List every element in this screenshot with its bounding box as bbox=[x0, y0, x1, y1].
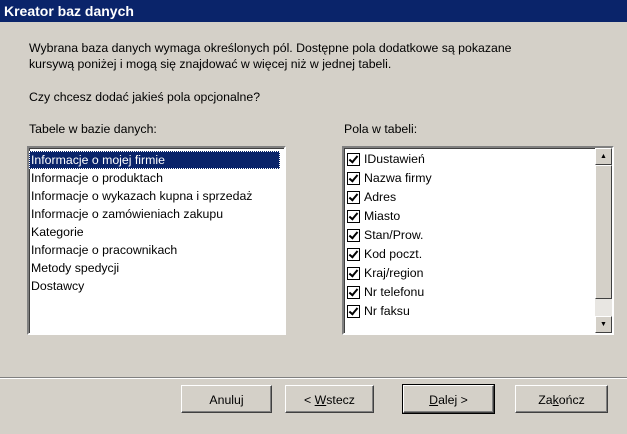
checkbox[interactable] bbox=[347, 191, 360, 204]
tables-listbox[interactable]: Informacje o mojej firmie Informacje o p… bbox=[27, 146, 286, 335]
field-item[interactable]: Miasto bbox=[344, 207, 612, 226]
list-item[interactable]: Informacje o zamówieniach zakupu bbox=[29, 205, 284, 223]
list-item[interactable]: Informacje o mojej firmie bbox=[29, 151, 280, 169]
next-button[interactable]: Dalej > bbox=[402, 384, 495, 414]
checkbox[interactable] bbox=[347, 210, 360, 223]
fields-label: Pola w tabeli: bbox=[344, 122, 418, 136]
field-item[interactable]: IDustawień bbox=[344, 150, 612, 169]
checkbox[interactable] bbox=[347, 286, 360, 299]
tables-label: Tabele w bazie danych: bbox=[29, 122, 157, 136]
checkbox[interactable] bbox=[347, 172, 360, 185]
finish-button[interactable]: Zakończ bbox=[515, 385, 608, 413]
intro-question: Czy chcesz dodać jakieś pola opcjonalne? bbox=[29, 90, 261, 104]
field-item[interactable]: Nazwa firmy bbox=[344, 169, 612, 188]
list-item[interactable]: Informacje o produktach bbox=[29, 169, 284, 187]
field-item[interactable]: Nr telefonu bbox=[344, 283, 612, 302]
back-button[interactable]: < Wstecz bbox=[285, 385, 374, 413]
scroll-up-arrow-icon[interactable]: ▲ bbox=[595, 148, 612, 165]
field-item[interactable]: Nr faksu bbox=[344, 302, 612, 321]
field-item[interactable]: Adres bbox=[344, 188, 612, 207]
field-item[interactable]: Kraj/region bbox=[344, 264, 612, 283]
scroll-down-arrow-icon[interactable]: ▼ bbox=[595, 316, 612, 333]
separator bbox=[0, 378, 627, 379]
checkbox[interactable] bbox=[347, 305, 360, 318]
field-item[interactable]: Stan/Prow. bbox=[344, 226, 612, 245]
checkbox[interactable] bbox=[347, 229, 360, 242]
intro-line-1: Wybrana baza danych wymaga określonych p… bbox=[29, 41, 512, 55]
fields-scrollbar[interactable]: ▲ ▼ bbox=[595, 148, 612, 333]
list-item[interactable]: Dostawcy bbox=[29, 277, 284, 295]
list-item[interactable]: Metody spedycji bbox=[29, 259, 284, 277]
scroll-thumb[interactable] bbox=[595, 165, 612, 299]
list-item[interactable]: Informacje o wykazach kupna i sprzedaż bbox=[29, 187, 284, 205]
list-item[interactable]: Informacje o pracownikach bbox=[29, 241, 284, 259]
window-title: Kreator baz danych bbox=[0, 0, 627, 22]
checkbox[interactable] bbox=[347, 267, 360, 280]
fields-checklist[interactable]: IDustawień Nazwa firmy Adres Miasto Stan… bbox=[342, 146, 614, 335]
checkbox[interactable] bbox=[347, 153, 360, 166]
field-item[interactable]: Kod poczt. bbox=[344, 245, 612, 264]
list-item[interactable]: Kategorie bbox=[29, 223, 284, 241]
cancel-button[interactable]: Anuluj bbox=[181, 385, 272, 413]
checkbox[interactable] bbox=[347, 248, 360, 261]
intro-line-2: kursywą poniżej i mogą się znajdować w w… bbox=[29, 57, 392, 71]
